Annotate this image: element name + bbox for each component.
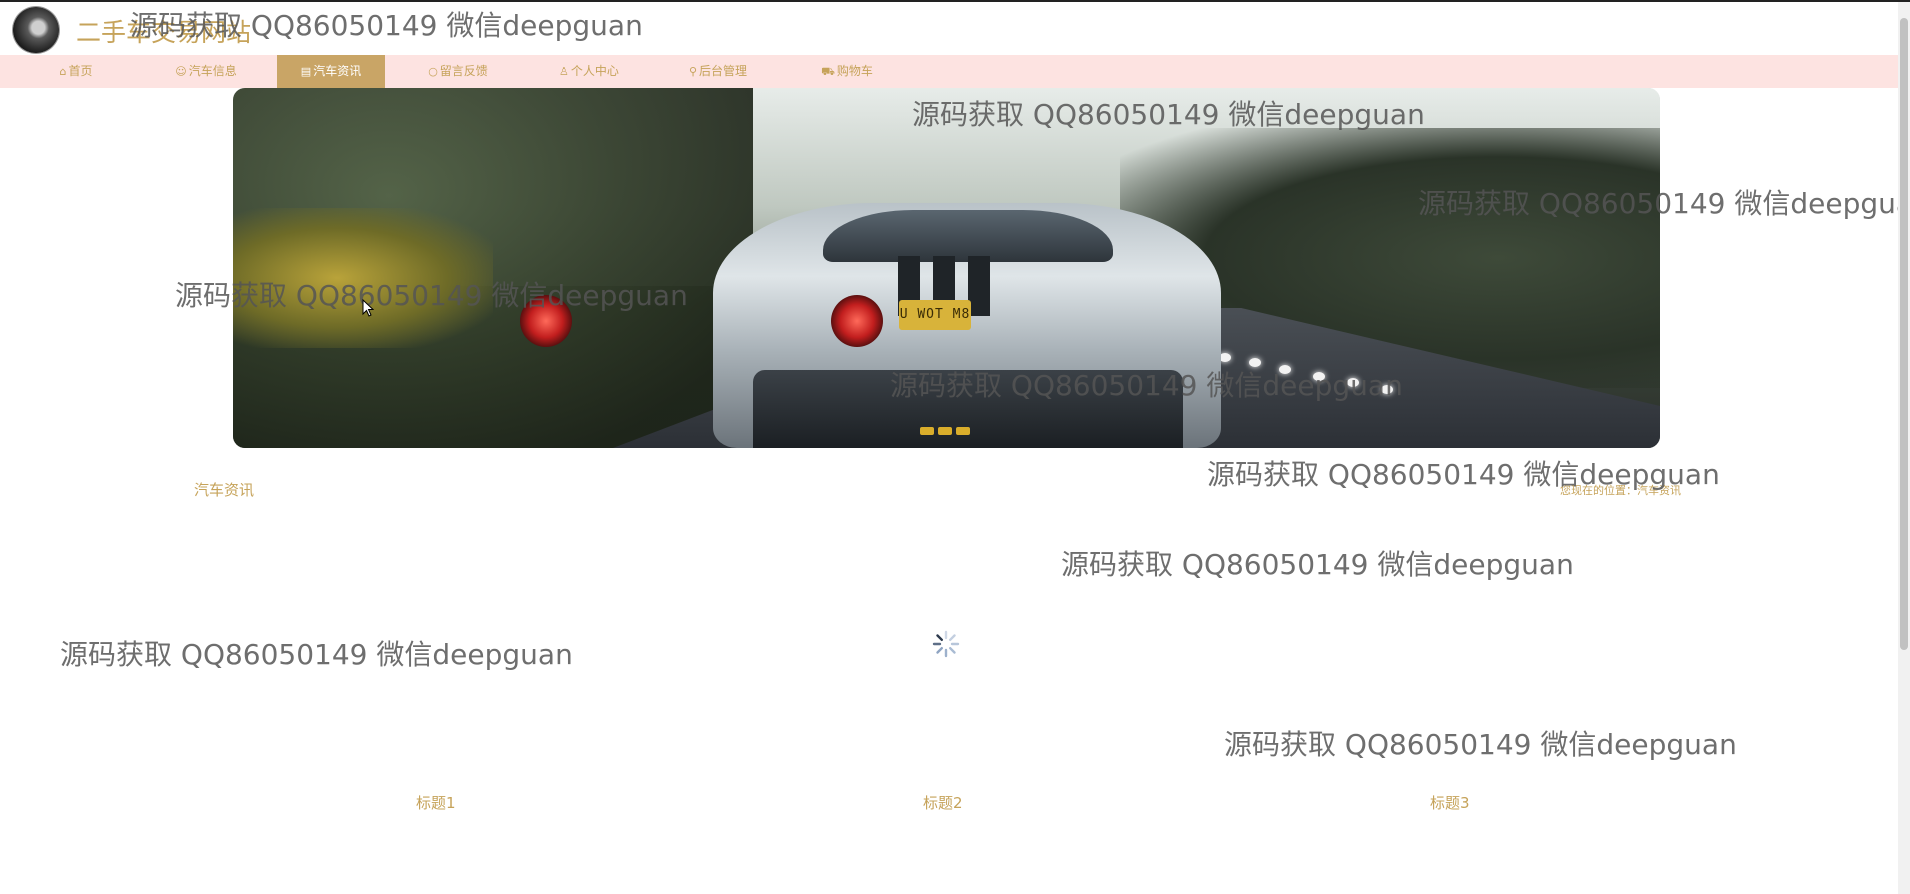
nav-item-label: 首页 [68, 64, 93, 78]
user-icon: ♙ [559, 65, 569, 78]
main-nav: ⌂ 首页 ☺ 汽车信息 ▤ 汽车资讯 ○ 留言反馈 ♙ 个人中心 ⚲ 后台管理 ⛟ 购物车 [0, 55, 1898, 88]
nav-item-car-info[interactable]: ☺ 汽车信息 [166, 55, 246, 88]
road-light [1347, 378, 1359, 387]
loading-spinner-icon [932, 630, 960, 658]
nav-item-label: 留言反馈 [439, 64, 488, 78]
nav-item-car-news[interactable]: ▤ 汽车资讯 [277, 55, 385, 88]
scrollbar-thumb[interactable] [1900, 18, 1908, 650]
card-title-1[interactable]: 标题1 [416, 792, 456, 813]
nav-item-feedback[interactable]: ○ 留言反馈 [418, 55, 498, 88]
nav-item-label: 汽车信息 [188, 64, 237, 78]
link-icon: ⚲ [688, 65, 698, 78]
car-stripe [968, 256, 990, 316]
window-top-border [0, 0, 1910, 2]
site-title: 二手车交易网站 [76, 18, 252, 47]
nav-item-personal-center[interactable]: ♙ 个人中心 [549, 55, 629, 88]
watermark: 源码获取 QQ86050149 微信deepguan [60, 638, 573, 671]
nav-item-cart[interactable]: ⛟ 购物车 [812, 55, 882, 88]
home-icon: ⌂ [59, 65, 67, 78]
cart-icon: ⛟ [821, 65, 835, 78]
car-rear-window [823, 210, 1113, 262]
road-light [1279, 365, 1291, 374]
mouse-cursor-icon [362, 299, 374, 317]
car-info-icon: ☺ [175, 65, 187, 78]
page: 二手车交易网站 ⌂ 首页 ☺ 汽车信息 ▤ 汽车资讯 ○ 留言反馈 ♙ 个人中心 ⚲ 后台管… [0, 0, 1910, 894]
road-light [1381, 385, 1393, 394]
section-title: 汽车资讯 [194, 481, 255, 499]
carousel-dot-1[interactable] [920, 427, 934, 435]
carousel-dot-3[interactable] [956, 427, 970, 435]
message-icon: ○ [428, 65, 438, 78]
watermark: 源码获取 QQ86050149 微信deepguan [1061, 548, 1574, 581]
breadcrumb: 您现在的位置：汽车资讯 [1560, 484, 1681, 497]
road-light [1313, 372, 1325, 381]
page-scrollbar[interactable] [1898, 2, 1910, 894]
car-tail-light-right [831, 295, 883, 347]
nav-item-label: 购物车 [836, 64, 873, 78]
nav-item-label: 汽车资讯 [313, 64, 362, 78]
card-title-3[interactable]: 标题3 [1430, 792, 1470, 813]
nav-item-home[interactable]: ⌂ 首页 [42, 55, 110, 88]
nav-item-label: 后台管理 [699, 64, 748, 78]
banner-carousel[interactable]: U WOT M8 [233, 88, 1660, 448]
carousel-indicators [920, 420, 974, 435]
nav-item-label: 个人中心 [570, 64, 619, 78]
nav-item-admin[interactable]: ⚲ 后台管理 [678, 55, 758, 88]
news-icon: ▤ [300, 65, 312, 78]
road-light [1249, 358, 1261, 367]
car-tail-light-left [520, 295, 572, 347]
card-title-2[interactable]: 标题2 [923, 792, 963, 813]
license-plate: U WOT M8 [899, 300, 971, 330]
car-bumper [753, 370, 1183, 448]
carousel-dot-2[interactable] [938, 427, 952, 435]
banner-flowers [233, 208, 493, 348]
site-logo[interactable] [13, 7, 59, 53]
watermark: 源码获取 QQ86050149 微信deepguan [1224, 728, 1737, 761]
